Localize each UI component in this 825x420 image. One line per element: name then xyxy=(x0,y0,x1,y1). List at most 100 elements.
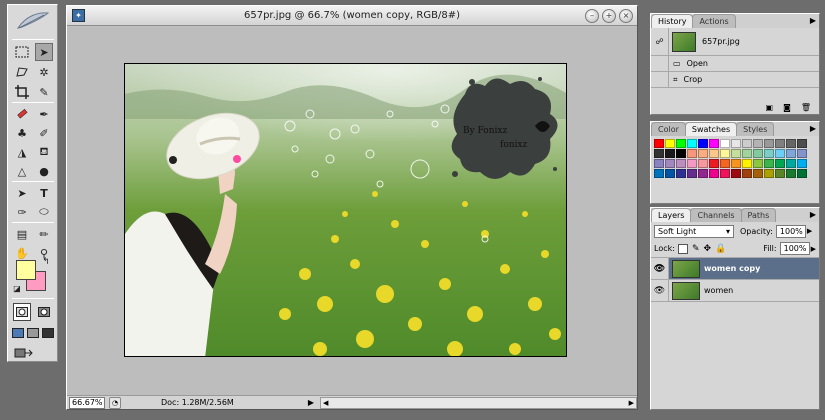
color-swatch[interactable] xyxy=(775,139,785,148)
color-swatch[interactable] xyxy=(786,139,796,148)
status-info-icon[interactable]: ◔ xyxy=(109,396,121,409)
color-swatch[interactable] xyxy=(720,149,730,158)
color-swatch[interactable] xyxy=(742,159,752,168)
opacity-arrow-icon[interactable]: ▶ xyxy=(807,227,812,235)
color-swatch[interactable] xyxy=(698,159,708,168)
crop-icon[interactable] xyxy=(13,83,31,101)
color-swatch[interactable] xyxy=(775,169,785,178)
color-swatch[interactable] xyxy=(687,159,697,168)
color-swatch[interactable] xyxy=(731,169,741,178)
opacity-field[interactable]: 100% xyxy=(775,224,806,238)
color-swatch[interactable] xyxy=(709,149,719,158)
color-swatch[interactable] xyxy=(742,149,752,158)
color-swatch[interactable] xyxy=(742,169,752,178)
color-swatch[interactable] xyxy=(797,159,807,168)
layer-name[interactable]: women copy xyxy=(704,264,760,273)
scroll-left-icon[interactable]: ◀ xyxy=(323,399,328,407)
pen-icon[interactable]: ✑ xyxy=(13,203,31,221)
color-swatch[interactable] xyxy=(753,169,763,178)
eye-icon[interactable]: 👁 xyxy=(651,258,669,279)
color-swatch[interactable] xyxy=(786,169,796,178)
jump-to-imageready-icon[interactable] xyxy=(13,344,35,362)
new-document-icon[interactable]: ▣ xyxy=(766,103,774,112)
tab-styles[interactable]: Styles xyxy=(736,122,775,136)
color-swatch[interactable] xyxy=(687,149,697,158)
layer-row[interactable]: 👁 women xyxy=(651,280,819,302)
tab-history[interactable]: History xyxy=(651,14,694,28)
swap-colors-icon[interactable]: ↰ xyxy=(40,256,52,268)
color-swatch[interactable] xyxy=(775,149,785,158)
shape-icon[interactable]: ⬭ xyxy=(35,203,53,221)
canvas-area[interactable]: By Fonixz fonixz xyxy=(67,27,637,395)
color-swatch[interactable] xyxy=(687,169,697,178)
dodge-icon[interactable]: ● xyxy=(35,162,53,180)
color-swatch[interactable] xyxy=(753,139,763,148)
lock-all-icon[interactable]: 🔒 xyxy=(715,244,726,254)
color-swatch[interactable] xyxy=(654,159,664,168)
color-swatch[interactable] xyxy=(720,159,730,168)
paint-bucket-icon[interactable]: ⛾ xyxy=(35,143,53,161)
color-swatch[interactable] xyxy=(731,149,741,158)
default-colors-icon[interactable]: ◪ xyxy=(11,282,23,294)
blend-mode-select[interactable]: Soft Light ▾ xyxy=(654,224,734,238)
marquee-icon[interactable] xyxy=(13,43,31,61)
path-selection-icon[interactable]: ➤ xyxy=(13,184,31,202)
color-swatch[interactable] xyxy=(687,139,697,148)
color-swatch[interactable] xyxy=(775,159,785,168)
color-swatch[interactable] xyxy=(698,139,708,148)
color-swatch[interactable] xyxy=(753,159,763,168)
color-swatch[interactable] xyxy=(764,149,774,158)
snapshot-label[interactable]: 657pr.jpg xyxy=(702,37,740,46)
color-swatch[interactable] xyxy=(654,169,664,178)
color-swatch[interactable] xyxy=(698,149,708,158)
slice-icon[interactable]: ✎ xyxy=(35,83,53,101)
color-swatch[interactable] xyxy=(720,139,730,148)
fill-arrow-icon[interactable]: ▶ xyxy=(811,245,816,253)
eye-icon[interactable]: 👁 xyxy=(651,280,669,301)
standard-mode-icon[interactable] xyxy=(13,303,31,321)
color-swatch[interactable] xyxy=(742,139,752,148)
color-swatch[interactable] xyxy=(709,159,719,168)
color-swatch[interactable] xyxy=(731,159,741,168)
healing-brush-icon[interactable] xyxy=(13,105,31,123)
status-menu-arrow-icon[interactable]: ▶ xyxy=(306,397,316,409)
color-swatch[interactable] xyxy=(786,159,796,168)
color-swatch[interactable] xyxy=(676,169,686,178)
history-source-cell[interactable] xyxy=(651,56,669,71)
blur-icon[interactable]: △ xyxy=(13,162,31,180)
color-swatch[interactable] xyxy=(797,139,807,148)
lock-move-icon[interactable]: ✥ xyxy=(703,244,711,254)
color-swatch[interactable] xyxy=(709,169,719,178)
color-swatch[interactable] xyxy=(797,169,807,178)
full-screen-menu-icon[interactable] xyxy=(26,324,40,342)
color-swatch[interactable] xyxy=(709,139,719,148)
color-swatch[interactable] xyxy=(665,149,675,158)
foreground-color-swatch[interactable] xyxy=(16,260,36,280)
fill-field[interactable]: 100% xyxy=(779,242,810,255)
tab-layers[interactable]: Layers xyxy=(651,208,692,222)
lock-paint-icon[interactable]: ✎ xyxy=(692,244,700,254)
color-swatch[interactable] xyxy=(764,159,774,168)
clone-stamp-icon[interactable]: ♣ xyxy=(13,124,31,142)
full-screen-icon[interactable] xyxy=(41,324,55,342)
color-swatch[interactable] xyxy=(676,149,686,158)
eyedropper-icon[interactable]: ✏ xyxy=(35,225,53,243)
color-swatch[interactable] xyxy=(676,139,686,148)
tab-channels[interactable]: Channels xyxy=(690,208,742,222)
photo-canvas[interactable]: By Fonixz fonixz xyxy=(124,63,567,357)
history-brush-icon[interactable]: ✐ xyxy=(35,124,53,142)
color-swatch[interactable] xyxy=(764,139,774,148)
color-swatch[interactable] xyxy=(665,159,675,168)
brush-icon[interactable]: ✒ xyxy=(35,105,53,123)
tab-swatches[interactable]: Swatches xyxy=(684,122,738,136)
tab-color[interactable]: Color xyxy=(651,122,686,136)
history-state-open[interactable]: Open xyxy=(687,59,708,68)
notes-icon[interactable]: ▤ xyxy=(13,225,31,243)
color-swatch[interactable] xyxy=(720,169,730,178)
document-title-bar[interactable]: ✦ 657pr.jpg @ 66.7% (women copy, RGB/8#)… xyxy=(67,6,637,26)
scroll-right-icon[interactable]: ▶ xyxy=(629,399,634,407)
color-swatch[interactable] xyxy=(786,149,796,158)
type-icon[interactable]: T xyxy=(35,184,53,202)
color-swatch[interactable] xyxy=(797,149,807,158)
maximize-button[interactable]: + xyxy=(602,9,616,23)
